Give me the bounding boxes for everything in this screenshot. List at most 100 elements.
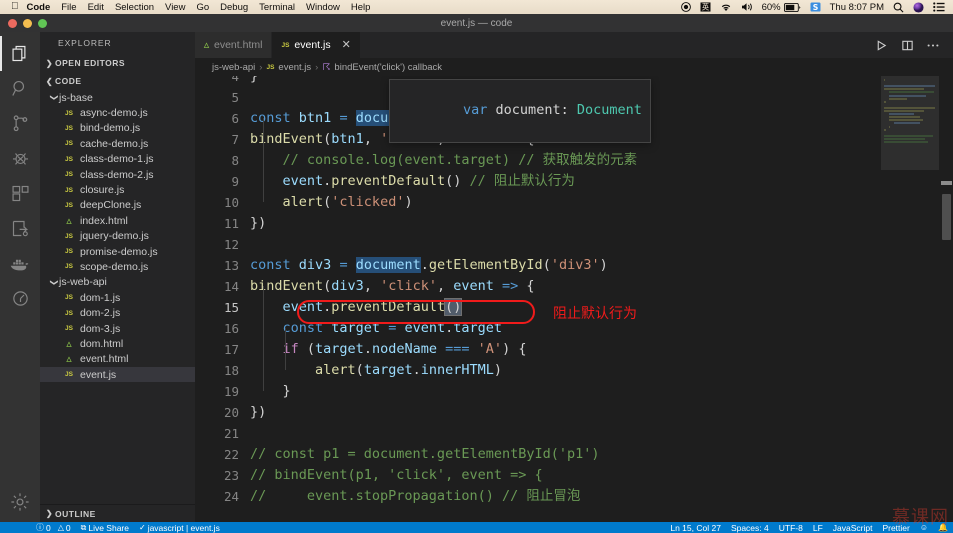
code-line-20[interactable]: }) <box>250 402 266 423</box>
file-item-dom-2.js[interactable]: JS dom-2.js <box>40 305 195 320</box>
status-notifications[interactable]: 🔔 <box>933 523 953 532</box>
menu-item-selection[interactable]: Selection <box>115 2 154 13</box>
folder-js-web-api[interactable]: ❮ js-web-api <box>40 275 195 290</box>
file-item-deepClone.js[interactable]: JS deepClone.js <box>40 198 195 213</box>
sogou-s-icon[interactable]: S <box>810 2 821 12</box>
menu-item-go[interactable]: Go <box>196 2 209 13</box>
chevron-down-icon: ❮ <box>49 279 58 286</box>
menu-item-help[interactable]: Help <box>351 2 371 13</box>
menu-item-file[interactable]: File <box>61 2 76 13</box>
code-line-19[interactable]: } <box>250 381 291 402</box>
minimap-line <box>888 119 924 122</box>
status-editor-eol[interactable]: LF <box>808 523 828 533</box>
activity-bar-item-explorer[interactable] <box>0 36 40 71</box>
code-line-23[interactable]: // bindEvent(p1, 'click', event => { <box>250 465 543 486</box>
menu-item-debug[interactable]: Debug <box>220 2 248 13</box>
breadcrumb-item-file[interactable]: event.js <box>278 62 311 73</box>
file-item-cache-demo.js[interactable]: JS cache-demo.js <box>40 136 195 151</box>
file-item-class-demo-2.js[interactable]: JS class-demo-2.js <box>40 167 195 182</box>
file-item-async-demo.js[interactable]: JS async-demo.js <box>40 105 195 120</box>
folder-js-base[interactable]: ❮ js-base <box>40 90 195 105</box>
code-line-14[interactable]: bindEvent(div3, 'click', event => { <box>250 276 535 297</box>
tab-event-html[interactable]: △ event.html <box>195 32 273 58</box>
line-number-18: 18 <box>223 363 239 378</box>
file-item-dom.html[interactable]: △ dom.html <box>40 336 195 351</box>
file-item-jquery-demo.js[interactable]: JS jquery-demo.js <box>40 229 195 244</box>
apple-menu-icon[interactable]:  <box>11 2 19 12</box>
battery-icon[interactable] <box>783 2 801 12</box>
code-line-4[interactable]: } <box>250 76 258 87</box>
section-code[interactable]: ❮ CODE <box>40 72 195 90</box>
breadcrumb[interactable]: js-web-api › JS event.js › ☈ bindEvent('… <box>195 58 953 76</box>
file-item-class-demo-1.js[interactable]: JS class-demo-1.js <box>40 152 195 167</box>
more-actions-button[interactable] <box>921 32 945 58</box>
control-center-icon[interactable] <box>933 2 945 12</box>
scrollbar-thumb[interactable] <box>942 194 951 240</box>
spotlight-search-icon[interactable] <box>893 2 904 13</box>
activity-bar-item-remote-explorer[interactable] <box>0 281 40 316</box>
activity-bar-item-search[interactable] <box>0 71 40 106</box>
breadcrumb-item-symbol[interactable]: bindEvent('click') callback <box>334 62 442 73</box>
file-item-index.html[interactable]: △ index.html <box>40 213 195 228</box>
code-line-13[interactable]: const div3 = document.getElementById('di… <box>250 255 608 276</box>
run-code-button[interactable] <box>869 32 893 58</box>
activity-bar-item-live-share[interactable] <box>0 211 40 246</box>
minimap[interactable] <box>881 76 939 522</box>
activity-bar-item-manage-settings[interactable] <box>0 487 40 522</box>
split-editor-button[interactable] <box>895 32 919 58</box>
status-editor-encoding[interactable]: UTF-8 <box>774 523 808 533</box>
volume-icon[interactable] <box>741 2 753 12</box>
breadcrumb-item-folder[interactable]: js-web-api <box>212 62 255 73</box>
status-prettier[interactable]: Prettier <box>877 523 914 533</box>
activity-bar-item-source-control[interactable] <box>0 106 40 141</box>
input-source-icon[interactable]: 英 <box>700 2 711 12</box>
close-icon[interactable]: ✕ <box>342 39 351 51</box>
menu-item-code[interactable]: Code <box>27 2 51 13</box>
status-smiley-feedback[interactable]: ☺ <box>915 523 933 532</box>
record-circle-icon[interactable] <box>680 2 691 12</box>
code-line-8[interactable]: // console.log(event.target) // 获取触发的元素 <box>250 150 638 171</box>
section-outline[interactable]: ❯ OUTLINE <box>40 504 195 522</box>
tab-event-js[interactable]: JS event.js ✕ <box>272 32 361 58</box>
code-line-11[interactable]: }) <box>250 213 266 234</box>
code-line-18[interactable]: alert(target.innerHTML) <box>250 360 502 381</box>
status-editor-language[interactable]: JavaScript <box>828 523 878 533</box>
file-item-bind-demo.js[interactable]: JS bind-demo.js <box>40 121 195 136</box>
code-line-15[interactable]: event.preventDefault() <box>250 297 463 318</box>
status-problems[interactable]: ⓘ 0 △ 0 <box>0 522 76 533</box>
code-line-9[interactable]: event.preventDefault() // 阻止默认行为 <box>250 171 575 192</box>
menu-item-view[interactable]: View <box>165 2 185 13</box>
gear-icon <box>9 491 31 513</box>
menu-item-edit[interactable]: Edit <box>88 2 104 13</box>
editor-scrollbar[interactable] <box>939 76 953 522</box>
status-editor-position[interactable]: Ln 15, Col 27 <box>665 523 726 533</box>
file-item-closure.js[interactable]: JS closure.js <box>40 182 195 197</box>
file-item-event.js[interactable]: JS event.js <box>40 367 195 383</box>
file-item-event.html[interactable]: △ event.html <box>40 352 195 367</box>
file-tree[interactable]: ❮ js-base JS async-demo.js JS bind-demo.js JS c… <box>40 90 195 504</box>
file-item-dom-1.js[interactable]: JS dom-1.js <box>40 290 195 305</box>
code-line-22[interactable]: // const p1 = document.getElementById('p… <box>250 444 600 465</box>
status-editor-indentation[interactable]: Spaces: 4 <box>726 523 774 533</box>
code-line-10[interactable]: alert('clicked') <box>250 192 413 213</box>
activity-bar-item-run-and-debug[interactable] <box>0 141 40 176</box>
menu-item-terminal[interactable]: Terminal <box>259 2 295 13</box>
editor-tabs: △ event.html JS event.js ✕ <box>195 32 953 58</box>
section-open-editors[interactable]: ❯ OPEN EDITORS <box>40 54 195 72</box>
file-label: index.html <box>80 214 128 227</box>
siri-icon[interactable] <box>913 1 924 13</box>
menu-item-window[interactable]: Window <box>306 2 340 13</box>
file-item-promise-demo.js[interactable]: JS promise-demo.js <box>40 244 195 259</box>
code-line-17[interactable]: if (target.nodeName === 'A') { <box>250 339 527 360</box>
activity-bar-item-extensions[interactable] <box>0 176 40 211</box>
wifi-icon[interactable] <box>720 3 732 12</box>
status-live-share[interactable]: ⧉ Live Share <box>76 523 134 533</box>
activity-bar-item-docker[interactable] <box>0 246 40 281</box>
file-item-scope-demo.js[interactable]: JS scope-demo.js <box>40 259 195 274</box>
code-line-16[interactable]: const target = event.target <box>250 318 503 339</box>
code-editor[interactable]: 4}56const btn1 = document.getElementById… <box>195 76 953 522</box>
code-line-24[interactable]: // event.stopPropagation() // 阻止冒泡 <box>250 486 580 507</box>
menu-bar-clock[interactable]: Thu 8:07 PM <box>830 2 884 13</box>
status-eslint[interactable]: ✓ javascript | event.js <box>134 523 225 533</box>
file-item-dom-3.js[interactable]: JS dom-3.js <box>40 321 195 336</box>
